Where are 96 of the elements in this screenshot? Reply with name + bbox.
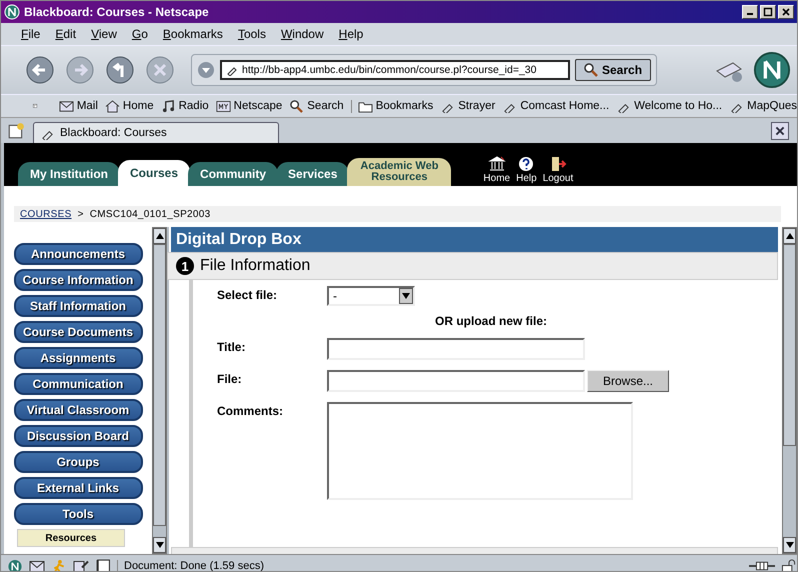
menu-item[interactable]: Window — [280, 27, 324, 41]
personal-toolbar-link[interactable]: Welcome to Ho... — [616, 100, 722, 112]
folder-icon — [358, 100, 373, 112]
breadcrumb-separator: > — [78, 208, 84, 220]
file-input[interactable] — [327, 370, 585, 392]
forward-button[interactable] — [65, 55, 95, 85]
personal-toolbar-link[interactable]: Home — [104, 100, 154, 112]
header-link[interactable]: Logout — [542, 156, 574, 184]
search-icon — [289, 100, 304, 112]
close-icon — [774, 124, 786, 136]
step-number-badge: 1 — [176, 257, 194, 275]
search-button[interactable]: Search — [575, 59, 652, 81]
nav-tab[interactable]: Community — [188, 162, 278, 186]
menu-item[interactable]: Help — [338, 27, 364, 41]
search-icon — [584, 63, 598, 77]
back-button[interactable] — [25, 55, 55, 85]
personal-toolbar-link[interactable]: MapQues — [729, 100, 797, 112]
menu-item[interactable]: Tools — [238, 27, 266, 41]
personal-toolbar-link[interactable]: Bookmarks — [350, 100, 434, 112]
comments-textarea[interactable] — [327, 402, 633, 500]
personal-toolbar-link[interactable]: Strayer — [440, 100, 496, 112]
menu-item[interactable]: Bookmarks — [162, 27, 223, 41]
field-label: Select file: — [217, 287, 278, 302]
personal-toolbar-link[interactable]: Search — [289, 100, 344, 112]
course-menu-button[interactable]: Discussion Board — [14, 425, 142, 447]
netscape-logo-icon[interactable] — [7, 558, 23, 571]
personal-toolbar-link[interactable]: Comcast Home... — [502, 100, 610, 112]
scroll-down-icon[interactable] — [783, 537, 796, 553]
upload-instruction: OR upload new file: — [435, 314, 548, 328]
maximize-button[interactable] — [760, 5, 776, 19]
course-menu-button[interactable]: Announcements — [14, 243, 142, 265]
house-icon — [104, 100, 120, 112]
course-menu-button[interactable]: Communication — [14, 373, 142, 395]
scrollbar[interactable] — [782, 227, 797, 554]
field-label: Title: — [217, 339, 246, 354]
course-menu-button[interactable]: Course Documents — [14, 321, 142, 343]
header-link[interactable]: Help — [516, 156, 537, 184]
nav-tab[interactable]: Courses — [118, 160, 190, 186]
scroll-up-icon[interactable] — [153, 228, 166, 244]
stop-button[interactable] — [145, 55, 175, 85]
close-button[interactable] — [778, 5, 794, 19]
mail-icon[interactable] — [29, 558, 45, 571]
browse-button[interactable]: Browse... — [587, 370, 669, 392]
scroll-down-icon[interactable] — [153, 537, 166, 553]
course-menu-button[interactable]: Tools — [14, 503, 142, 525]
course-menu-button[interactable]: Groups — [14, 451, 142, 473]
resources-button[interactable]: Resources — [17, 529, 125, 547]
building-icon — [488, 156, 506, 172]
field-label: Comments: — [217, 403, 284, 418]
panel-title: Digital Drop Box — [171, 227, 778, 252]
new-tab-icon[interactable] — [7, 122, 25, 140]
mail-icon — [58, 100, 74, 112]
section-title: File Information — [200, 257, 310, 275]
browser-tab[interactable]: Blackboard: Courses — [33, 122, 279, 143]
title-input[interactable] — [327, 338, 585, 360]
personal-toolbar-link[interactable]: Radio — [160, 100, 209, 112]
scrollbar[interactable] — [152, 227, 167, 554]
minimize-button[interactable] — [742, 5, 758, 19]
breadcrumb-link[interactable]: COURSES — [20, 208, 72, 220]
address-field[interactable]: http://bb-app4.umbc.edu/bin/common/course.pl?course_id=_30 — [220, 60, 570, 80]
unlocked-padlock-icon — [781, 558, 797, 571]
connection-plug-icon — [749, 559, 775, 571]
netscape-logo-icon[interactable] — [753, 51, 791, 89]
address-book-icon[interactable] — [95, 558, 111, 571]
course-menu-button[interactable]: Virtual Classroom — [14, 399, 142, 421]
nav-tab[interactable]: Services — [276, 162, 350, 186]
course-menu-button[interactable]: External Links — [14, 477, 142, 499]
music-note-icon — [160, 100, 176, 112]
menu-item[interactable]: Edit — [55, 27, 76, 41]
composer-icon[interactable] — [73, 558, 89, 571]
status-text: Document: Done (1.59 secs) — [117, 560, 634, 571]
field-label: File: — [217, 371, 243, 386]
window-title: Blackboard: Courses - Netscape — [24, 5, 210, 19]
course-menu-button[interactable]: Staff Information — [14, 295, 142, 317]
personal-toolbar-link[interactable]: Mail — [58, 100, 98, 112]
nav-tab[interactable]: My Institution — [18, 162, 120, 186]
reload-button[interactable] — [105, 55, 135, 85]
scroll-up-icon[interactable] — [783, 228, 796, 244]
course-menu-button[interactable]: Course Information — [14, 269, 142, 291]
course-menu-button[interactable]: Assignments — [14, 347, 142, 369]
help-icon — [517, 156, 536, 172]
menu-item[interactable]: File — [21, 27, 40, 41]
breadcrumb-current: CMSC104_0101_SP2003 — [90, 208, 210, 220]
menu-item[interactable]: View — [91, 27, 117, 41]
maximize-icon — [762, 7, 774, 17]
close-tab-button[interactable] — [771, 122, 789, 140]
my-icon — [216, 100, 231, 112]
menu-item[interactable]: Go — [132, 27, 148, 41]
header-link[interactable]: Home — [483, 156, 510, 184]
personal-toolbar-link[interactable]: Netscape — [216, 100, 282, 112]
dropdown-icon[interactable] — [197, 61, 215, 79]
netscape-logo-icon — [4, 4, 20, 20]
file-select[interactable]: - — [327, 286, 415, 306]
nav-tab[interactable]: Academic Web Resources — [347, 158, 452, 186]
minimize-icon — [747, 13, 753, 15]
close-icon — [780, 7, 792, 17]
